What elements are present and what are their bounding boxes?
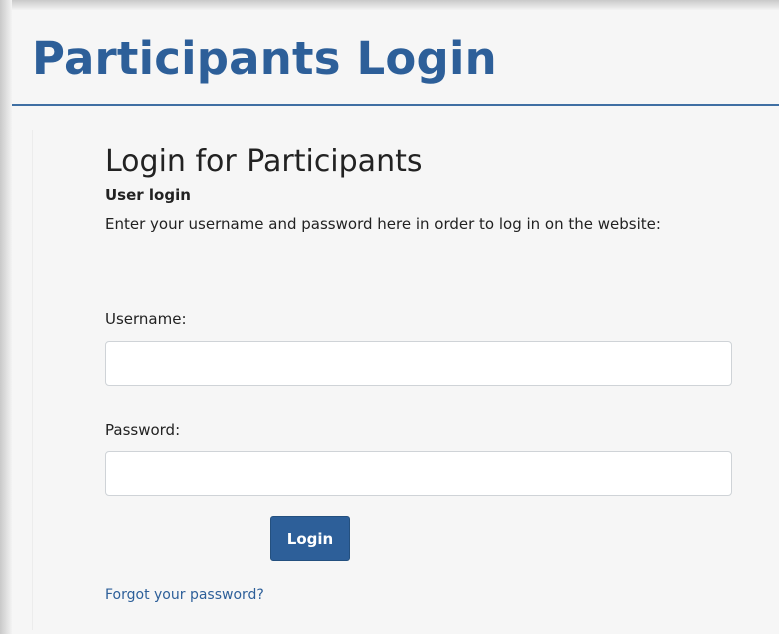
login-panel: Login for Participants User login Enter … (32, 130, 779, 630)
frame-shadow-left (0, 0, 12, 634)
page-title: Participants Login (32, 32, 497, 85)
login-instructions: Enter your username and password here in… (105, 215, 661, 233)
frame-shadow-top (0, 0, 779, 10)
username-label: Username: (105, 310, 187, 328)
user-login-label: User login (105, 186, 191, 204)
browser-frame: Participants Login Login for Participant… (0, 0, 779, 634)
forgot-password-link[interactable]: Forgot your password? (105, 587, 264, 603)
username-input[interactable] (105, 341, 732, 386)
login-heading: Login for Participants (105, 144, 423, 179)
login-button[interactable]: Login (270, 516, 350, 561)
password-input[interactable] (105, 451, 732, 496)
password-label: Password: (105, 421, 181, 439)
title-divider (12, 104, 779, 106)
page-container: Participants Login Login for Participant… (12, 10, 779, 634)
